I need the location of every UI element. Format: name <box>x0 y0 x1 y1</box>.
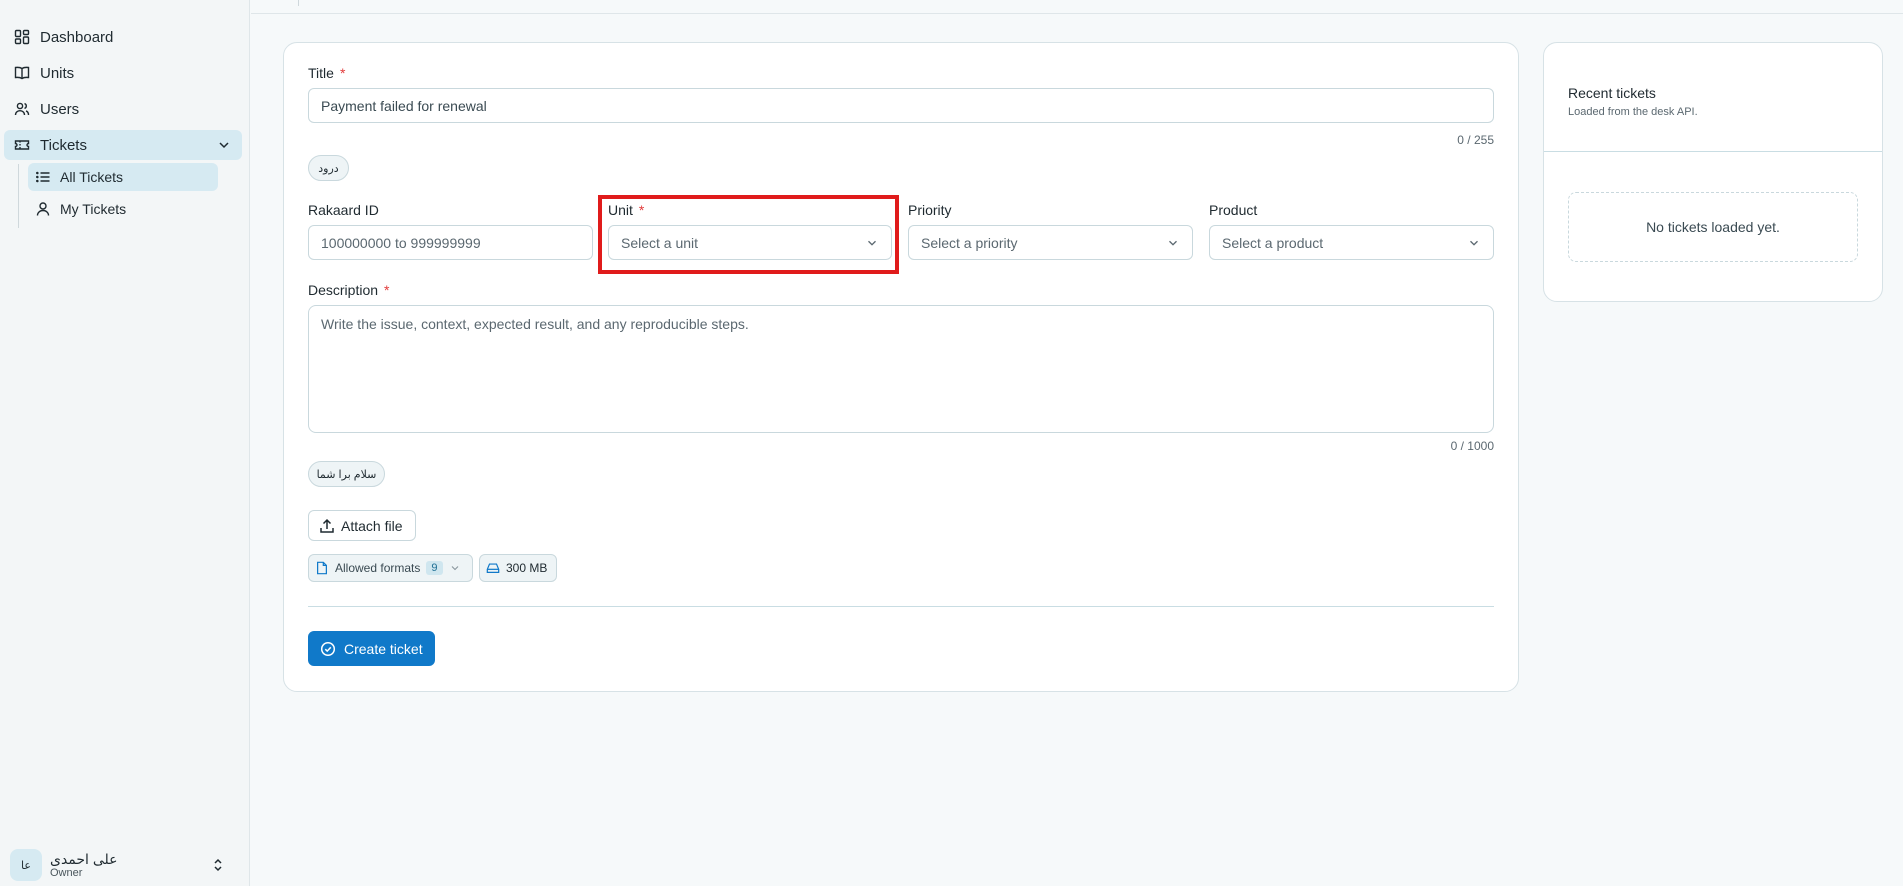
title-suggestion-chip[interactable]: درود <box>308 155 349 181</box>
sidebar-item-label: Units <box>40 64 75 82</box>
allowed-formats-dropdown[interactable]: Allowed formats 9 <box>308 554 473 582</box>
sidebar-subitem-label: My Tickets <box>60 201 127 217</box>
description-counter: 0 / 1000 <box>1450 439 1494 453</box>
recent-tickets-divider <box>1544 151 1882 152</box>
create-ticket-button[interactable]: Create ticket <box>308 631 435 666</box>
sidebar-subitem-label: All Tickets <box>60 169 124 185</box>
product-select[interactable]: Select a product <box>1209 225 1494 260</box>
ticket-form-card: Title * Payment failed for renewal 0 / 25… <box>283 42 1519 692</box>
description-textarea[interactable]: Write the issue, context, expected resul… <box>308 305 1494 433</box>
rakaard-placeholder: 100000000 to 999999999 <box>321 234 481 251</box>
sidebar-subitem-all-tickets[interactable]: All Tickets <box>28 163 218 191</box>
max-size-badge: 300 MB <box>479 554 557 582</box>
max-size-label: 300 MB <box>506 561 548 575</box>
user-name: علی احمدی <box>50 850 118 867</box>
formats-count-badge: 9 <box>426 561 443 575</box>
sidebar-item-tickets[interactable]: Tickets <box>4 130 242 160</box>
sidebar-subitem-my-tickets[interactable]: My Tickets <box>28 195 218 223</box>
empty-state: No tickets loaded yet. <box>1568 192 1858 262</box>
book-icon <box>12 63 32 83</box>
user-menu[interactable]: عا علی احمدی Owner <box>10 848 242 882</box>
avatar: عا <box>10 849 42 881</box>
recent-tickets-card: Recent tickets Loaded from the desk API.… <box>1543 42 1883 302</box>
recent-tickets-subtitle: Loaded from the desk API. <box>1568 106 1698 118</box>
user-icon <box>34 200 52 218</box>
description-label: Description * <box>308 282 390 298</box>
dashboard-icon <box>12 27 32 47</box>
product-placeholder: Select a product <box>1222 234 1324 251</box>
attach-file-button[interactable]: Attach file <box>308 510 416 541</box>
allowed-formats-label: Allowed formats <box>335 561 421 575</box>
ticket-icon <box>12 135 32 155</box>
priority-select[interactable]: Select a priority <box>908 225 1193 260</box>
priority-label: Priority <box>908 202 952 218</box>
product-label: Product <box>1209 202 1258 218</box>
hard-drive-icon <box>486 561 500 575</box>
chevron-down-icon <box>449 562 461 574</box>
sidebar: Dashboard Units Users Tickets All Ticket… <box>0 0 250 886</box>
file-icon <box>315 561 329 575</box>
check-circle-icon <box>320 641 336 657</box>
top-bar-divider <box>298 0 299 6</box>
submenu-line <box>18 164 19 228</box>
sidebar-item-users[interactable]: Users <box>4 94 242 124</box>
attach-file-label: Attach file <box>341 517 403 534</box>
title-input[interactable]: Payment failed for renewal <box>308 88 1494 123</box>
sidebar-item-label: Tickets <box>40 136 87 154</box>
chevrons-up-down-icon[interactable] <box>210 857 226 873</box>
rakaard-label: Rakaard ID <box>308 202 379 218</box>
form-divider <box>308 606 1494 607</box>
upload-icon <box>319 518 335 534</box>
required-mark: * <box>384 282 390 298</box>
title-label: Title * <box>308 65 346 81</box>
chevron-down-icon <box>1166 236 1180 250</box>
top-bar <box>251 0 1903 14</box>
title-counter: 0 / 255 <box>1457 133 1494 147</box>
recent-tickets-title: Recent tickets <box>1568 85 1656 101</box>
sidebar-item-label: Dashboard <box>40 28 114 46</box>
create-ticket-label: Create ticket <box>344 640 423 657</box>
users-icon <box>12 99 32 119</box>
sidebar-item-label: Users <box>40 100 80 118</box>
title-value: Payment failed for renewal <box>321 97 487 114</box>
priority-placeholder: Select a priority <box>921 234 1018 251</box>
rakaard-id-input[interactable]: 100000000 to 999999999 <box>308 225 593 260</box>
required-mark: * <box>339 65 346 81</box>
sidebar-item-units[interactable]: Units <box>4 58 242 88</box>
chevron-down-icon <box>1467 236 1481 250</box>
chevron-down-icon[interactable] <box>216 137 232 153</box>
sidebar-item-dashboard[interactable]: Dashboard <box>4 22 242 52</box>
description-placeholder: Write the issue, context, expected resul… <box>321 316 749 332</box>
description-suggestion-chip[interactable]: سلام برا شما <box>308 461 385 487</box>
unit-field-highlight <box>598 195 899 274</box>
user-role: Owner <box>50 866 83 879</box>
list-icon <box>34 168 52 186</box>
